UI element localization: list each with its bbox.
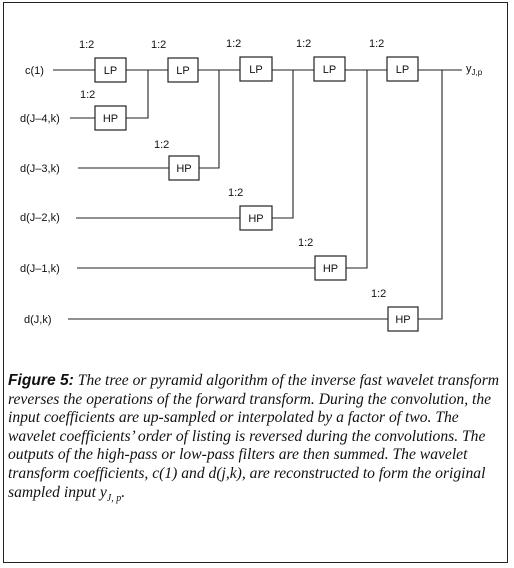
lp-filter-4: LP xyxy=(313,56,346,82)
figure-caption: Figure 5: The tree or pyramid algorithm … xyxy=(8,372,502,508)
lp-filter-1-label: LP xyxy=(104,65,117,77)
upsample-ratio-hp1: 1:2 xyxy=(80,89,95,101)
hp-filter-3: HP xyxy=(239,205,273,231)
hp-filter-2-label: HP xyxy=(176,163,191,175)
upsample-ratio-hp5: 1:2 xyxy=(371,288,386,300)
hp-filter-5: HP xyxy=(387,306,419,332)
upsample-ratio-lp4: 1:2 xyxy=(296,38,311,50)
input-label-dJ-1: d(J–1,k) xyxy=(20,263,60,275)
hp-filter-4: HP xyxy=(314,255,347,281)
input-label-c1: c(1) xyxy=(25,65,44,77)
lp-filter-3: LP xyxy=(239,56,273,82)
upsample-ratio-lp1: 1:2 xyxy=(79,39,94,51)
hp-filter-1-label: HP xyxy=(103,113,118,125)
input-label-dJ-2: d(J–2,k) xyxy=(20,212,60,224)
lp-filter-5-label: LP xyxy=(396,64,409,76)
lp-filter-1: LP xyxy=(94,57,127,83)
upsample-ratio-lp3: 1:2 xyxy=(226,38,241,50)
upsample-ratio-hp4: 1:2 xyxy=(298,237,313,249)
lp-filter-3-label: LP xyxy=(249,64,262,76)
lp-filter-2-label: LP xyxy=(176,65,189,77)
upsample-ratio-lp5: 1:2 xyxy=(369,38,384,50)
figure-label: Figure 5: xyxy=(8,372,74,389)
hp-filter-4-label: HP xyxy=(323,263,338,275)
input-label-dJ: d(J,k) xyxy=(24,314,52,326)
lp-filter-4-label: LP xyxy=(323,64,336,76)
upsample-ratio-lp2: 1:2 xyxy=(151,39,166,51)
lp-filter-2: LP xyxy=(167,57,199,83)
caption-end: . xyxy=(121,483,126,501)
caption-subscript: J, p xyxy=(106,492,122,504)
hp-filter-3-label: HP xyxy=(248,213,263,225)
inverse-fwt-tree-diagram: c(1) d(J–4,k) d(J–3,k) d(J–2,k) d(J–1,k)… xyxy=(20,38,483,332)
input-label-dJ-4: d(J–4,k) xyxy=(20,113,60,125)
upsample-ratio-hp2: 1:2 xyxy=(154,139,169,151)
hp-filter-2: HP xyxy=(168,155,200,181)
upsample-ratio-hp3: 1:2 xyxy=(228,187,243,199)
input-label-dJ-3: d(J–3,k) xyxy=(20,163,60,175)
caption-text: The tree or pyramid algorithm of the inv… xyxy=(8,372,500,501)
lp-filter-5: LP xyxy=(386,56,419,82)
hp-filter-5-label: HP xyxy=(395,314,410,326)
hp-filter-1: HP xyxy=(94,105,127,131)
output-label: yJ,p xyxy=(466,63,483,77)
